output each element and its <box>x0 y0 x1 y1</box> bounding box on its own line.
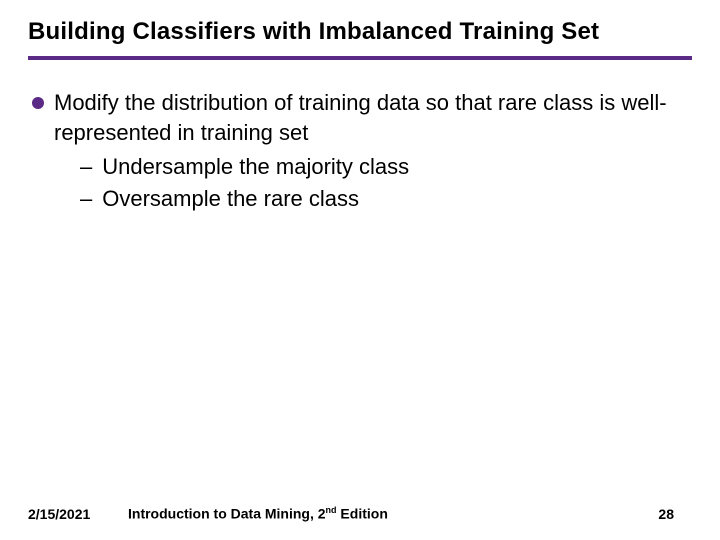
footer-book-suffix: Edition <box>337 506 388 522</box>
slide-footer: 2/15/2021 Introduction to Data Mining, 2… <box>0 505 720 522</box>
bullet-dot-icon <box>32 97 44 109</box>
dash-icon: – <box>80 183 92 215</box>
sub-list: – Undersample the majority class – Overs… <box>28 151 692 215</box>
footer-page-number: 28 <box>632 506 692 522</box>
list-item: – Oversample the rare class <box>80 183 692 215</box>
slide-title: Building Classifiers with Imbalanced Tra… <box>28 18 692 46</box>
sub-item-text: Undersample the majority class <box>102 151 409 183</box>
slide-content: Modify the distribution of training data… <box>28 88 692 215</box>
dash-icon: – <box>80 151 92 183</box>
footer-book-title: Introduction to Data Mining, 2nd Edition <box>128 505 632 522</box>
footer-book-prefix: Introduction to Data Mining, 2 <box>128 506 326 522</box>
slide: Building Classifiers with Imbalanced Tra… <box>0 0 720 540</box>
list-item: – Undersample the majority class <box>80 151 692 183</box>
sub-item-text: Oversample the rare class <box>102 183 359 215</box>
footer-date: 2/15/2021 <box>28 506 128 522</box>
bullet-item: Modify the distribution of training data… <box>28 88 692 147</box>
title-underline <box>28 56 692 60</box>
bullet-text: Modify the distribution of training data… <box>54 88 692 147</box>
footer-book-ordinal: nd <box>326 505 337 515</box>
